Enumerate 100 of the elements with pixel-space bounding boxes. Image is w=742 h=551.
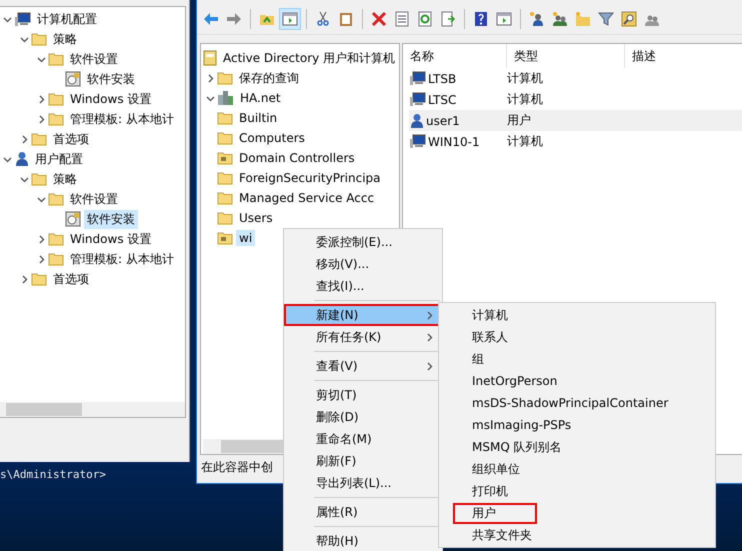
folder-icon: [217, 131, 233, 145]
folder-icon: [48, 52, 64, 66]
chevron-right-icon[interactable]: [425, 310, 434, 320]
tree-item[interactable]: 策略: [50, 30, 80, 48]
tree-item[interactable]: Managed Service Accc: [236, 190, 378, 206]
menu-item[interactable]: msImaging-PSPs: [439, 414, 715, 436]
tree-item[interactable]: 策略: [50, 170, 80, 188]
menu-item[interactable]: 重命名(M): [284, 428, 442, 450]
tree-item[interactable]: 首选项: [50, 130, 92, 148]
menu-item[interactable]: 导出列表(L)...: [284, 472, 442, 494]
menu-item[interactable]: 共享文件夹: [439, 524, 715, 546]
console-prompt: s\Administrator>: [0, 468, 106, 481]
column-header[interactable]: 类型: [507, 44, 625, 68]
tree-item[interactable]: 软件安装: [84, 210, 138, 228]
table-cell: 计算机: [507, 70, 543, 87]
horizontal-scrollbar[interactable]: [0, 402, 185, 417]
computer-icon: [409, 134, 426, 149]
menu-item[interactable]: 所有任务(K): [284, 326, 442, 348]
menu-item[interactable]: 计算机: [439, 304, 715, 326]
column-header[interactable]: 描述: [625, 44, 742, 68]
folder-icon: [48, 112, 64, 126]
tree-item[interactable]: 计算机配置: [34, 10, 100, 28]
folder-icon: [217, 111, 233, 125]
chevron-right-icon[interactable]: [20, 134, 28, 144]
tree-item[interactable]: HA.net: [237, 90, 284, 106]
menu-item[interactable]: msDS-ShadowPrincipalContainer: [439, 392, 715, 414]
scissors-icon: [315, 11, 331, 27]
menu-item[interactable]: 委派控制(E)...: [284, 231, 442, 253]
tree-item[interactable]: 管理模板: 从本地计: [67, 250, 177, 268]
menu-item[interactable]: 剪切(T): [284, 384, 442, 406]
menu-item[interactable]: MSMQ 队列别名: [439, 436, 715, 458]
tree-item[interactable]: Windows 设置: [67, 90, 154, 108]
forward-arrow-icon: [226, 11, 242, 27]
chevron-down-icon[interactable]: [20, 34, 28, 44]
new-group-icon: [552, 11, 568, 27]
menu-item[interactable]: 用户: [439, 502, 715, 524]
menu-item[interactable]: 移动(V)...: [284, 253, 442, 275]
list-row[interactable]: LTSC 计算机: [409, 89, 742, 110]
list-row[interactable]: LTSB 计算机: [409, 68, 742, 89]
menu-item[interactable]: InetOrgPerson: [439, 370, 715, 392]
tree-item[interactable]: 管理模板: 从本地计: [67, 110, 177, 128]
menu-item[interactable]: 刷新(F): [284, 450, 442, 472]
tree-item[interactable]: 软件设置: [67, 190, 121, 208]
folder-icon: [217, 191, 233, 205]
tree-item[interactable]: ForeignSecurityPrincipa: [236, 170, 384, 186]
tree-item[interactable]: Windows 设置: [67, 230, 154, 248]
chevron-right-icon[interactable]: [36, 234, 46, 244]
menu-item[interactable]: 属性(R): [284, 501, 442, 523]
menu-item[interactable]: 查看(V): [284, 355, 442, 377]
list-row[interactable]: user1 用户: [409, 110, 742, 131]
chevron-down-icon[interactable]: [20, 174, 28, 184]
chevron-right-icon[interactable]: [36, 114, 46, 124]
chevron-right-icon[interactable]: [36, 94, 46, 104]
tree-item[interactable]: Builtin: [236, 110, 280, 126]
menu-item[interactable]: 联系人: [439, 326, 715, 348]
tree-item[interactable]: 用户配置: [32, 150, 86, 168]
folder-icon: [31, 132, 47, 146]
chevron-down-icon[interactable]: [2, 14, 12, 24]
tree-item[interactable]: wi: [236, 230, 256, 246]
tree-item[interactable]: 保存的查询: [236, 68, 302, 88]
chevron-right-icon[interactable]: [425, 332, 434, 342]
chevron-right-icon[interactable]: [36, 254, 46, 264]
table-cell: LTSB: [428, 72, 456, 86]
table-cell: 用户: [507, 112, 531, 129]
chevron-right-icon[interactable]: [425, 362, 434, 370]
pane-icon: [496, 11, 512, 27]
help-icon: [473, 11, 489, 27]
folder-icon: [217, 171, 233, 185]
tree-item[interactable]: Users: [236, 210, 276, 226]
chevron-down-icon[interactable]: [206, 94, 214, 102]
menu-item[interactable]: 查找(I)...: [284, 275, 442, 297]
delete-icon: [371, 11, 387, 27]
tree-item[interactable]: 软件安装: [84, 70, 138, 88]
table-cell: user1: [426, 114, 460, 128]
column-header[interactable]: 名称: [403, 44, 507, 68]
tree-item[interactable]: Computers: [236, 130, 308, 146]
menu-item[interactable]: 删除(D): [284, 406, 442, 428]
export-list-icon: [440, 11, 456, 27]
chevron-down-icon[interactable]: [36, 194, 46, 204]
folder-icon: [31, 272, 47, 286]
tree-item[interactable]: Domain Controllers: [236, 150, 358, 166]
software-install-icon: [65, 211, 81, 227]
chevron-right-icon[interactable]: [20, 274, 28, 284]
computer-icon: [14, 12, 31, 26]
menu-item[interactable]: 打印机: [439, 480, 715, 502]
tree-item[interactable]: Active Directory 用户和计算机: [220, 48, 398, 68]
menu-item[interactable]: 帮助(H): [284, 530, 442, 551]
folder-icon: [48, 232, 64, 246]
list-row[interactable]: WIN10-1 计算机: [409, 131, 742, 152]
refresh-icon: [417, 11, 433, 27]
tree-item[interactable]: 软件设置: [67, 50, 121, 68]
menu-item[interactable]: 组织单位: [439, 458, 715, 480]
toolbar-button[interactable]: [279, 8, 301, 30]
chevron-right-icon[interactable]: [206, 74, 214, 82]
menu-item[interactable]: 组: [439, 348, 715, 370]
folder-icon: [217, 151, 233, 165]
tree-item[interactable]: 首选项: [50, 270, 92, 288]
chevron-down-icon[interactable]: [36, 54, 46, 64]
new-user-icon: [529, 11, 545, 27]
chevron-down-icon[interactable]: [2, 154, 12, 164]
